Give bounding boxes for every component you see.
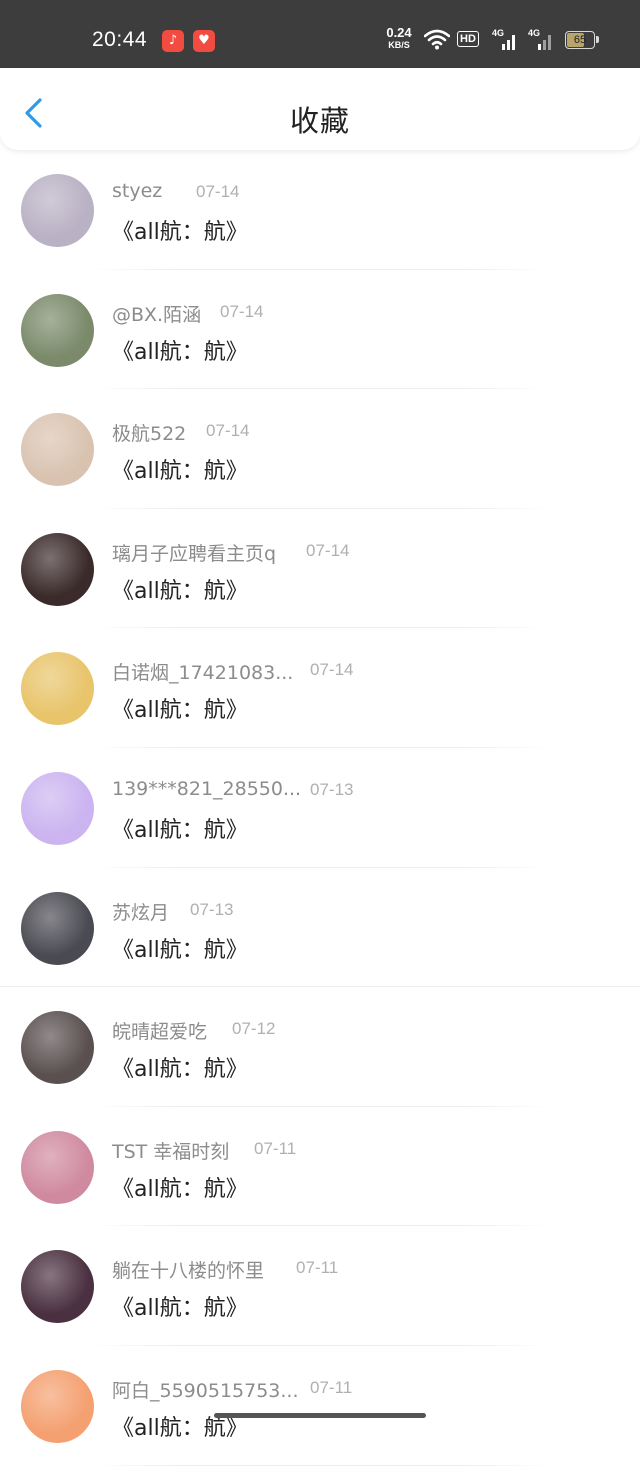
username[interactable]: styez: [112, 180, 162, 202]
list-item[interactable]: 躺在十八楼的怀里 07-11 《all航：航》: [0, 1226, 640, 1346]
post-date: 07-12: [232, 1019, 276, 1039]
avatar[interactable]: [21, 1130, 94, 1204]
divider: [90, 1464, 550, 1466]
post-date: 07-14: [206, 421, 250, 441]
favorites-list: styez 07-14 《all航：航》 @BX.陌涵 07-14 《all航：航》 极航5…: [0, 150, 640, 1466]
home-indicator[interactable]: [214, 1413, 426, 1418]
post-date: 07-11: [254, 1138, 297, 1158]
username[interactable]: 躺在十八楼的怀里: [112, 1256, 264, 1283]
favorite-title[interactable]: 《all航：航》: [112, 214, 248, 246]
favorite-title[interactable]: 《all航：航》: [112, 932, 248, 964]
avatar[interactable]: [21, 1011, 94, 1085]
post-date: 07-14: [196, 182, 240, 201]
username[interactable]: 白诺烟_17421083...: [112, 658, 293, 685]
post-date: 07-13: [190, 899, 234, 919]
hd-voice-icon: HD: [457, 31, 479, 47]
list-item[interactable]: @BX.陌涵 07-14 《all航：航》: [0, 270, 640, 390]
avatar[interactable]: [21, 413, 94, 487]
wifi-icon: [424, 29, 450, 50]
avatar[interactable]: [21, 293, 94, 367]
network-speed: 0.24 KB/S: [386, 25, 412, 50]
app-header: 收藏: [0, 68, 640, 150]
favorite-title[interactable]: 《all航：航》: [112, 453, 248, 485]
favorite-title[interactable]: 《all航：航》: [112, 812, 248, 844]
username[interactable]: TST 幸福时刻: [112, 1137, 229, 1164]
post-date: 07-11: [296, 1258, 339, 1278]
username[interactable]: 139***821_28550...: [112, 778, 301, 800]
list-item[interactable]: 璃月子应聘看主页q 07-14 《all航：航》: [0, 509, 640, 629]
list-item[interactable]: 白诺烟_17421083... 07-14 《all航：航》: [0, 628, 640, 748]
post-date: 07-14: [306, 540, 350, 560]
status-bar: 20:44 ♪ ♥ 0.24 KB/S HD 4G 4G 65: [0, 0, 640, 68]
list-item[interactable]: 皖晴超爱吃 07-12 《all航：航》: [0, 987, 640, 1107]
username[interactable]: 苏炫月: [112, 898, 169, 925]
list-item[interactable]: TST 幸福时刻 07-11 《all航：航》: [0, 1107, 640, 1227]
signal-icon: 4G: [528, 28, 554, 50]
username[interactable]: @BX.陌涵: [112, 300, 201, 327]
avatar[interactable]: [21, 891, 94, 965]
post-date: 07-11: [310, 1377, 353, 1397]
list-item[interactable]: 阿白_5590515753... 07-11 《all航：航》: [0, 1346, 640, 1466]
battery-icon: 65: [565, 31, 595, 49]
signal-icon: 4G: [492, 28, 518, 50]
favorite-title[interactable]: 《all航：航》: [112, 692, 248, 724]
favorite-title[interactable]: 《all航：航》: [112, 1171, 248, 1203]
post-date: 07-13: [310, 779, 354, 799]
list-item[interactable]: styez 07-14 《all航：航》: [0, 150, 640, 270]
avatar[interactable]: [21, 174, 94, 247]
list-item[interactable]: 139***821_28550... 07-13 《all航：航》: [0, 748, 640, 868]
avatar[interactable]: [21, 1250, 94, 1324]
post-date: 07-14: [220, 301, 264, 321]
avatar[interactable]: [21, 771, 94, 845]
post-date: 07-14: [310, 660, 354, 680]
favorite-title[interactable]: 《all航：航》: [112, 334, 248, 366]
username[interactable]: 阿白_5590515753...: [112, 1376, 299, 1403]
list-item[interactable]: 极航522 07-14 《all航：航》: [0, 389, 640, 509]
avatar[interactable]: [21, 532, 94, 606]
username[interactable]: 极航522: [112, 419, 186, 446]
favorite-title[interactable]: 《all航：航》: [112, 573, 248, 605]
clock: 20:44: [92, 28, 148, 51]
avatar[interactable]: [21, 652, 94, 726]
favorite-title[interactable]: 《all航：航》: [112, 1290, 248, 1322]
username[interactable]: 璃月子应聘看主页q: [112, 539, 276, 566]
music-app-icon: ♪: [162, 30, 184, 52]
favorite-title[interactable]: 《all航：航》: [112, 1051, 248, 1083]
avatar[interactable]: [21, 1369, 94, 1443]
username[interactable]: 皖晴超爱吃: [112, 1017, 207, 1044]
heart-app-icon: ♥: [193, 30, 215, 52]
page-title: 收藏: [289, 104, 350, 138]
list-item[interactable]: 苏炫月 07-13 《all航：航》: [0, 868, 640, 988]
